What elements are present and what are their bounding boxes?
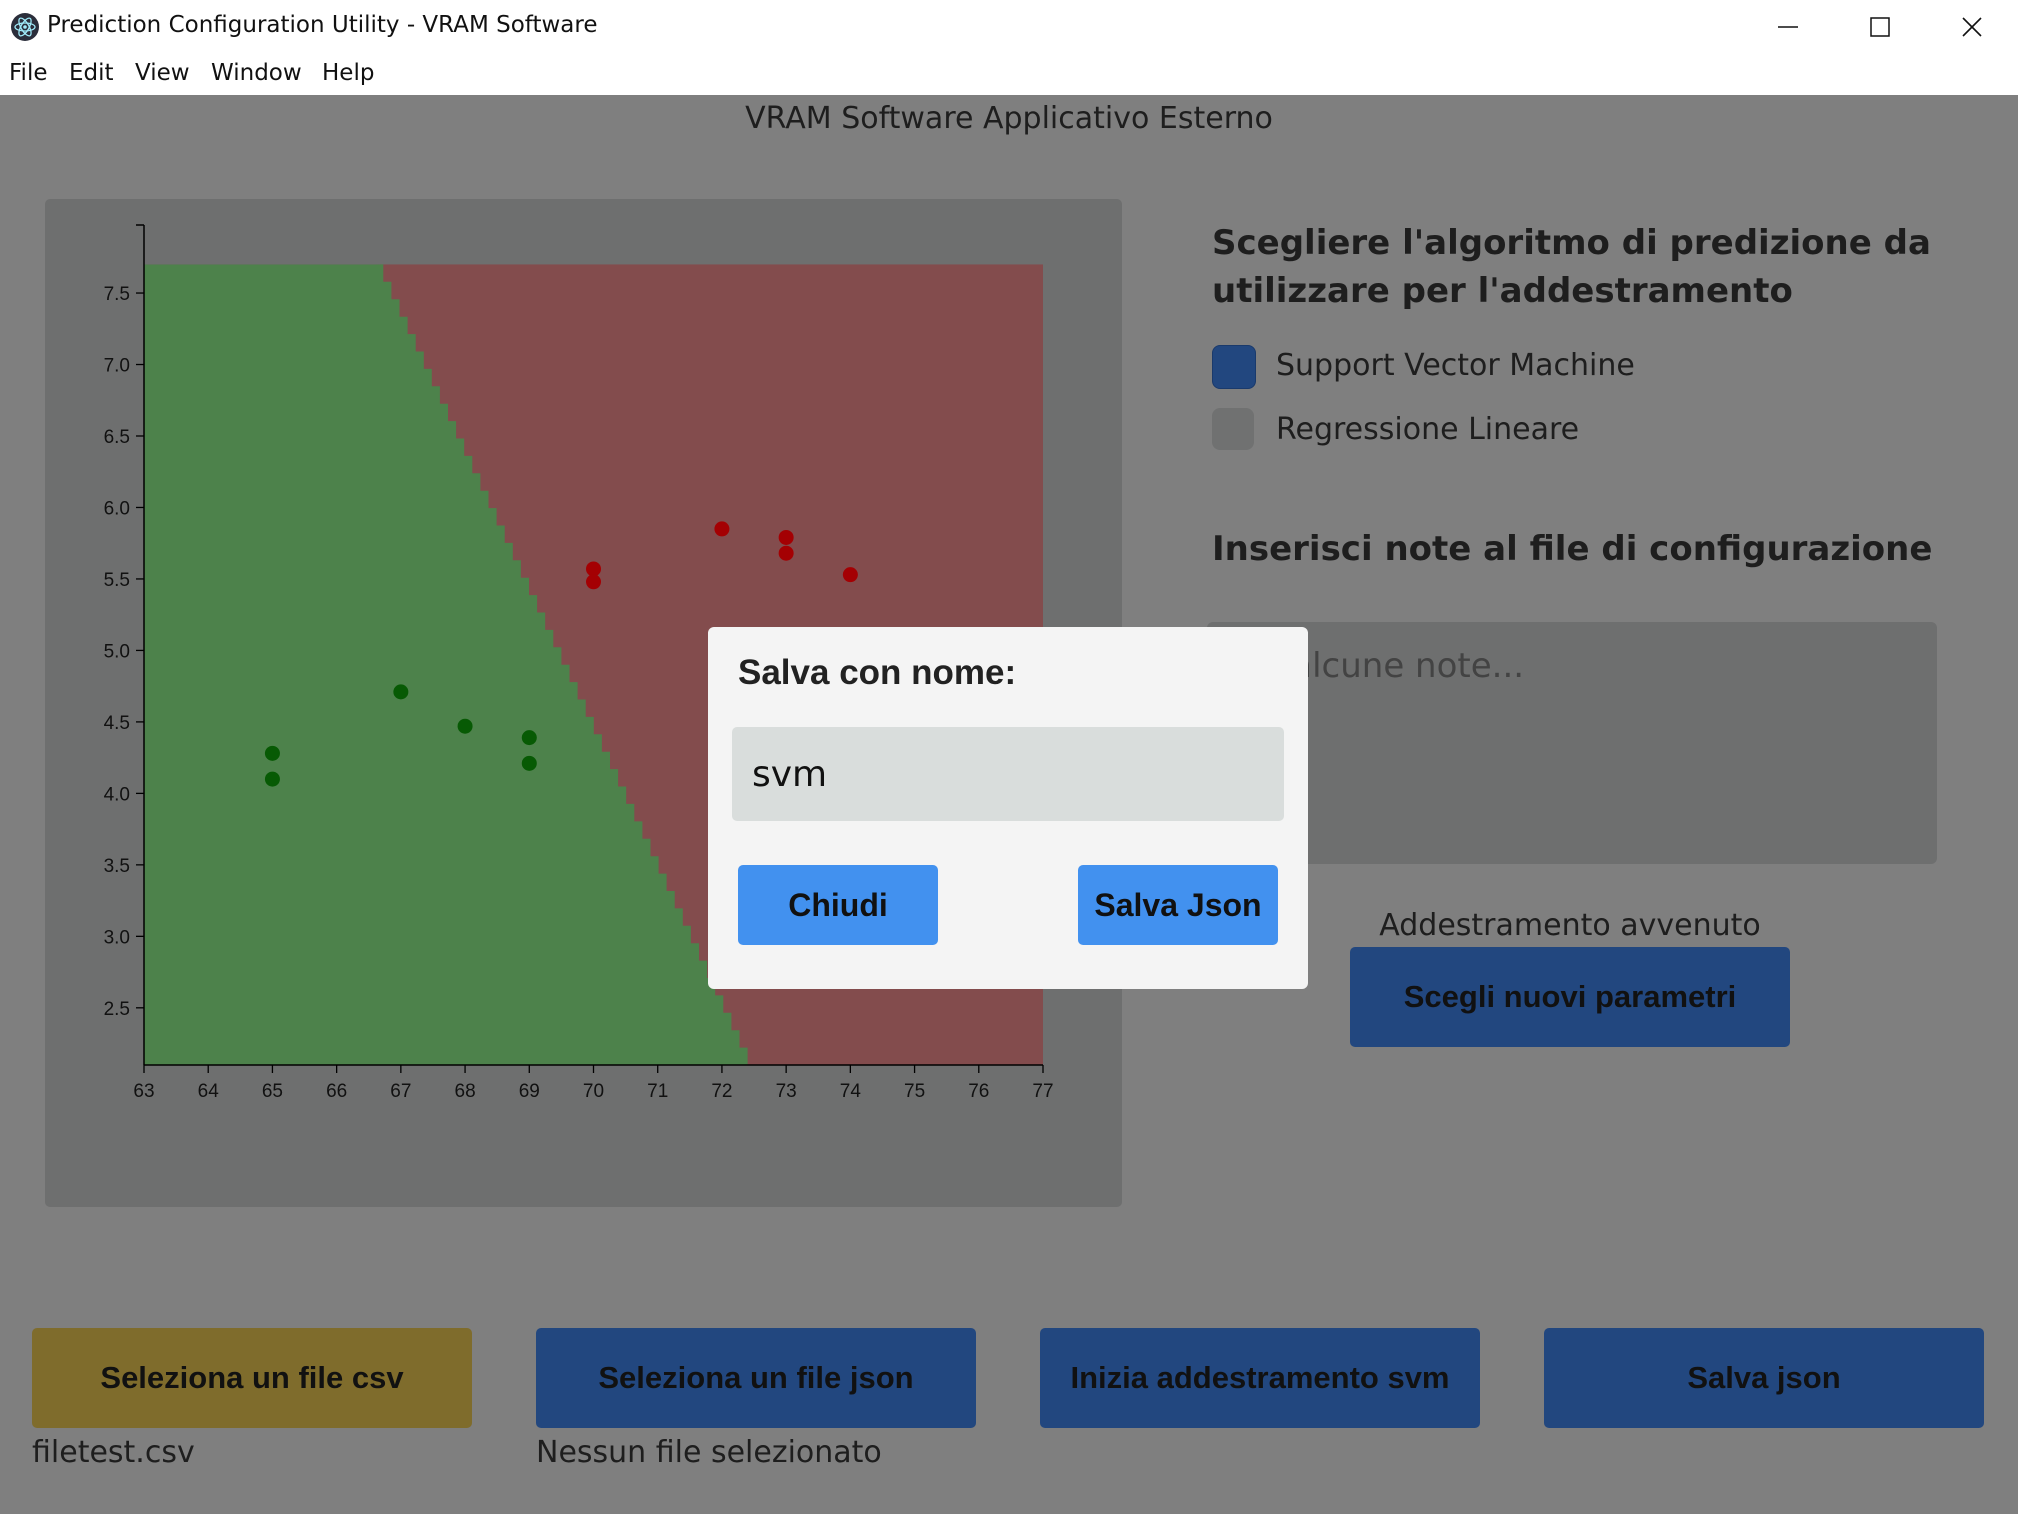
dialog-close-button[interactable]: Chiudi bbox=[738, 865, 938, 945]
x-tick-label: 71 bbox=[647, 1081, 668, 1102]
x-tick-label: 74 bbox=[840, 1081, 862, 1102]
algorithm-title-line2: utilizzare per l'addestramento bbox=[1212, 271, 1793, 311]
menu-bar: File Edit View Window Help bbox=[0, 54, 2018, 95]
minimize-button[interactable] bbox=[1742, 0, 1834, 54]
red-data-point bbox=[714, 521, 730, 537]
x-tick-label: 67 bbox=[390, 1081, 411, 1102]
minimize-icon bbox=[1778, 26, 1798, 28]
red-data-point bbox=[778, 545, 794, 561]
menu-window[interactable]: Window bbox=[211, 60, 302, 86]
start-training-button[interactable]: Inizia addestramento svm bbox=[1040, 1328, 1480, 1428]
x-tick-label: 70 bbox=[583, 1081, 604, 1102]
x-tick-label: 76 bbox=[968, 1081, 989, 1102]
save-json-button[interactable]: Salva json bbox=[1544, 1328, 1984, 1428]
x-tick-label: 72 bbox=[711, 1081, 732, 1102]
green-data-point bbox=[264, 771, 280, 787]
menu-edit[interactable]: Edit bbox=[69, 60, 114, 86]
menu-file[interactable]: File bbox=[9, 60, 48, 86]
red-data-point bbox=[586, 574, 601, 590]
green-data-point bbox=[393, 684, 409, 700]
y-tick-label: 6.5 bbox=[104, 427, 130, 448]
y-tick-label: 4.5 bbox=[104, 713, 130, 734]
green-data-point bbox=[521, 730, 537, 746]
green-data-point bbox=[457, 718, 473, 734]
save-as-dialog: Salva con nome: Chiudi Salva Json bbox=[708, 627, 1308, 989]
close-icon bbox=[1962, 17, 1982, 37]
x-tick-label: 69 bbox=[519, 1081, 540, 1102]
maximize-button[interactable] bbox=[1834, 0, 1926, 54]
filename-input[interactable] bbox=[732, 727, 1284, 821]
x-tick-label: 65 bbox=[262, 1081, 283, 1102]
maximize-icon bbox=[1870, 17, 1890, 37]
y-tick-label: 5.5 bbox=[104, 570, 130, 591]
menu-help[interactable]: Help bbox=[322, 60, 374, 86]
y-tick-label: 6.0 bbox=[104, 498, 130, 519]
training-status: Addestramento avvenuto bbox=[1379, 908, 1761, 943]
algorithm-title-line1: Scegliere l'algoritmo di predizione da bbox=[1212, 223, 1931, 263]
window-title: Prediction Configuration Utility - VRAM … bbox=[47, 12, 598, 38]
select-json-button[interactable]: Seleziona un file json bbox=[536, 1328, 976, 1428]
json-file-name: Nessun file selezionato bbox=[536, 1435, 882, 1470]
notes-title: Inserisci note al file di configurazione bbox=[1212, 529, 1933, 569]
red-data-point bbox=[842, 567, 858, 583]
x-tick-label: 75 bbox=[904, 1081, 925, 1102]
csv-file-name: filetest.csv bbox=[32, 1435, 195, 1470]
y-tick-label: 7.5 bbox=[104, 284, 130, 305]
x-tick-label: 77 bbox=[1032, 1081, 1053, 1102]
y-tick-label: 4.0 bbox=[104, 784, 130, 805]
green-data-point bbox=[521, 755, 537, 771]
y-tick-label: 3.5 bbox=[104, 856, 130, 877]
y-tick-label: 2.5 bbox=[104, 999, 130, 1020]
green-data-point bbox=[264, 745, 280, 761]
dialog-title: Salva con nome: bbox=[738, 653, 1017, 692]
svm-checkbox[interactable] bbox=[1212, 345, 1256, 389]
algorithm-title: Scegliere l'algoritmo di predizione da u… bbox=[1212, 219, 1931, 315]
x-tick-label: 64 bbox=[198, 1081, 220, 1102]
x-tick-label: 73 bbox=[776, 1081, 797, 1102]
linear-regression-option-label: Regressione Lineare bbox=[1276, 412, 1580, 447]
dialog-save-json-button[interactable]: Salva Json bbox=[1078, 865, 1278, 945]
red-data-point bbox=[586, 561, 601, 577]
y-tick-label: 7.0 bbox=[104, 356, 130, 377]
select-csv-button[interactable]: Seleziona un file csv bbox=[32, 1328, 472, 1428]
notes-textarea[interactable]: i alcune note... bbox=[1207, 622, 1937, 864]
y-tick-label: 3.0 bbox=[104, 927, 130, 948]
notes-placeholder: i alcune note... bbox=[1271, 646, 1525, 686]
red-data-point bbox=[778, 529, 794, 545]
x-tick-label: 63 bbox=[133, 1081, 154, 1102]
svm-option-label: Support Vector Machine bbox=[1276, 348, 1635, 383]
x-tick-label: 68 bbox=[455, 1081, 476, 1102]
menu-view[interactable]: View bbox=[135, 60, 190, 86]
app-header: VRAM Software Applicativo Esterno bbox=[745, 101, 1273, 136]
electron-app-icon bbox=[11, 13, 39, 41]
x-tick-label: 66 bbox=[326, 1081, 347, 1102]
y-tick-label: 5.0 bbox=[104, 641, 130, 662]
title-bar: Prediction Configuration Utility - VRAM … bbox=[0, 0, 2018, 54]
new-params-button[interactable]: Scegli nuovi parametri bbox=[1350, 947, 1790, 1047]
linear-regression-checkbox[interactable] bbox=[1212, 408, 1254, 450]
close-window-button[interactable] bbox=[1926, 0, 2018, 54]
